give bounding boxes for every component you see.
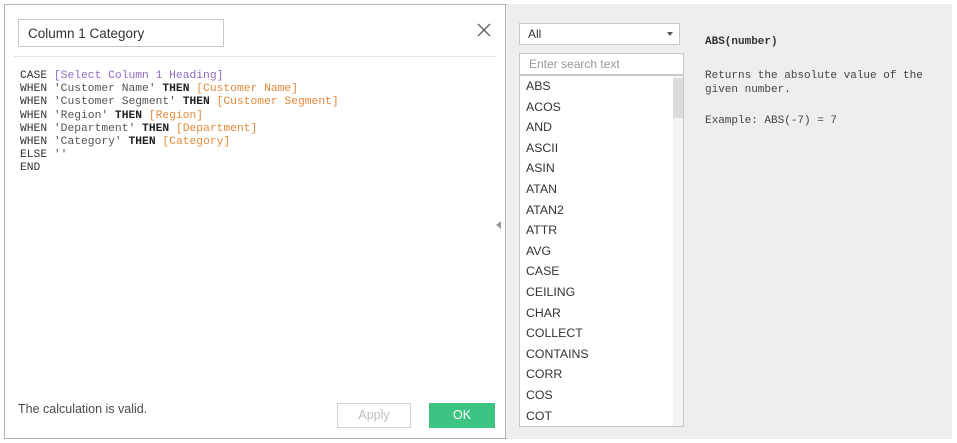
function-search-input[interactable] — [519, 53, 684, 75]
code-token: WHEN — [20, 83, 54, 96]
function-signature: ABS(number) — [705, 36, 778, 48]
function-list-item[interactable]: ACOS — [520, 97, 683, 118]
function-list-item[interactable]: CASE — [520, 261, 683, 282]
function-list-item[interactable]: ASIN — [520, 158, 683, 179]
code-line: WHEN 'Customer Name' THEN [Customer Name… — [20, 83, 490, 96]
function-list-item[interactable]: ATAN — [520, 179, 683, 200]
code-token: [Region] — [148, 109, 204, 122]
function-list-item[interactable]: CORR — [520, 364, 683, 385]
function-list-item[interactable]: COS — [520, 385, 683, 406]
chevron-down-icon — [667, 32, 673, 36]
function-category-select[interactable]: All — [519, 23, 680, 45]
collapse-left-icon[interactable] — [496, 221, 501, 229]
close-icon — [477, 23, 491, 37]
validation-status: The calculation is valid. — [18, 402, 148, 416]
code-token: CASE — [20, 70, 54, 82]
code-token: [Customer Segment] — [216, 96, 339, 109]
function-list-item[interactable]: CHAR — [520, 303, 683, 324]
formula-editor[interactable]: CASE [Select Column 1 Heading] WHEN 'Cust… — [20, 70, 490, 176]
code-token: END — [20, 162, 41, 175]
code-token: 'Category' — [53, 135, 129, 148]
code-line: CASE [Select Column 1 Heading] — [20, 70, 490, 83]
code-line: ELSE '' — [20, 149, 490, 162]
function-list-item[interactable]: COT — [520, 406, 683, 427]
scrollbar-thumb[interactable] — [673, 78, 683, 118]
function-description: Returns the absolute value of the given … — [705, 70, 923, 96]
code-token: WHEN — [20, 109, 54, 122]
close-button[interactable] — [474, 20, 494, 40]
function-list-item[interactable]: CONTAINS — [520, 344, 683, 365]
code-token: [Category] — [162, 135, 231, 148]
code-token: 'Department' — [53, 122, 143, 135]
code-token: 'Customer Segment' — [53, 96, 183, 109]
code-token: THEN — [142, 122, 176, 135]
code-token: [Customer Name] — [196, 83, 298, 96]
function-list-item[interactable]: AVG — [520, 241, 683, 262]
function-list-scrollbar[interactable] — [673, 76, 683, 426]
function-list-item[interactable]: ASCII — [520, 138, 683, 159]
code-token: [Department] — [175, 122, 258, 135]
code-token: ELSE — [20, 149, 54, 162]
code-token: THEN — [114, 109, 149, 122]
function-list-item[interactable]: ATAN2 — [520, 200, 683, 221]
code-token: THEN — [128, 135, 163, 148]
header-divider — [14, 56, 496, 57]
code-token: 'Customer Name' — [53, 83, 163, 96]
code-token: WHEN — [20, 122, 54, 135]
ok-button[interactable]: OK — [429, 403, 495, 428]
function-category-value: All — [528, 27, 542, 41]
function-example: Example: ABS(-7) = 7 — [705, 115, 838, 127]
calculation-name-input[interactable] — [18, 19, 224, 47]
apply-button[interactable]: Apply — [337, 403, 411, 428]
function-list-item[interactable]: ATTR — [520, 220, 683, 241]
code-token: WHEN — [20, 96, 54, 109]
code-line: WHEN 'Department' THEN [Department] — [20, 123, 490, 136]
code-line: END — [20, 162, 490, 175]
code-line: WHEN 'Category' THEN [Category] — [20, 136, 490, 149]
code-line: WHEN 'Customer Segment' THEN [Customer S… — [20, 96, 490, 109]
code-token: WHEN — [20, 135, 54, 148]
function-list-item[interactable]: CEILING — [520, 282, 683, 303]
function-list[interactable]: ABS ACOS AND ASCII ASIN ATAN ATAN2 ATTR AVG CASE C… — [519, 75, 684, 427]
function-list-item[interactable]: ABS — [520, 76, 683, 97]
function-list-item[interactable]: AND — [520, 117, 683, 138]
code-token: 'Region' — [53, 109, 115, 122]
function-list-item[interactable]: COLLECT — [520, 323, 683, 344]
code-line: WHEN 'Region' THEN [Region] — [20, 110, 490, 123]
code-token: [Select Column 1 Heading] — [53, 70, 224, 82]
code-token: THEN — [182, 96, 217, 109]
code-token: THEN — [162, 83, 197, 96]
code-token: '' — [53, 149, 68, 162]
